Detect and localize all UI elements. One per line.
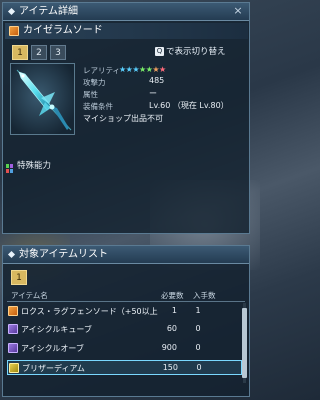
element-value: ー [149, 89, 157, 98]
item-required: 1 [171, 306, 177, 315]
orange-weapon-icon [8, 306, 18, 316]
list-item[interactable]: アイシクルオーブ 900 0 [7, 341, 242, 356]
list-tab-1[interactable]: 1 [11, 270, 27, 285]
list-item[interactable]: アイシクルキューブ 60 0 [7, 322, 242, 337]
target-list-panel: 対象アイテムリスト 1 アイテム名 必要数 入手数 ロクス・ラグフェンソード（+… [2, 245, 250, 397]
element-label: 属性 [83, 90, 98, 99]
scrollbar-thumb[interactable] [242, 308, 247, 378]
col-required: 必要数 [161, 291, 184, 300]
header-divider [7, 301, 245, 302]
col-item-name: アイテム名 [11, 291, 48, 300]
sword-icon [16, 69, 72, 131]
item-owned: 1 [195, 306, 201, 315]
attack-value: 485 [149, 76, 165, 85]
tab-3[interactable]: 3 [50, 45, 66, 60]
item-detail-panel: アイテム詳細 × カイゼラムソード 1 2 3 Q で表示切り替え レアリティ … [2, 2, 250, 234]
close-icon[interactable]: × [231, 4, 245, 18]
item-detail-title: アイテム詳細 [19, 6, 78, 17]
item-required: 150 [162, 363, 178, 372]
item-name: ロクス・ラグフェンソード（+50以上 [21, 307, 158, 316]
item-owned: 0 [196, 363, 202, 372]
item-required: 60 [166, 324, 177, 333]
item-name: アイシクルキューブ [21, 325, 92, 334]
item-owned: 0 [195, 343, 201, 352]
target-list-title: 対象アイテムリスト [19, 249, 108, 260]
target-list-header: 対象アイテムリスト [3, 246, 249, 264]
col-owned: 入手数 [193, 291, 216, 300]
weapon-image [10, 63, 75, 135]
sword-type-icon [9, 26, 19, 36]
shop-note: マイショップ出品不可 [83, 114, 163, 123]
item-owned: 0 [195, 324, 201, 333]
requirement-label: 装備条件 [83, 102, 113, 111]
q-key-icon: Q [155, 47, 164, 56]
item-name-bar: カイゼラムソード [5, 23, 248, 39]
item-required: 900 [161, 343, 177, 352]
title-diamond-icon [7, 7, 16, 16]
list-item-selected[interactable]: ブリザーディアム 150 0 [7, 360, 242, 375]
rarity-stars: ★★★★★★★ [119, 65, 166, 74]
purple-material-icon [8, 343, 18, 353]
ability-icon [6, 158, 14, 173]
special-ability-label: 特殊能力 [17, 161, 52, 171]
item-detail-header: アイテム詳細 × [3, 3, 249, 21]
toggle-display-hint[interactable]: Q で表示切り替え [155, 45, 247, 59]
toggle-label: で表示切り替え [166, 47, 226, 57]
attack-label: 攻撃力 [83, 78, 106, 87]
rarity-label: レアリティ [83, 66, 121, 75]
title-diamond-icon [7, 250, 16, 259]
purple-material-icon [8, 324, 18, 334]
tab-1[interactable]: 1 [12, 45, 28, 60]
item-name: カイゼラムソード [23, 25, 103, 36]
tab-2[interactable]: 2 [31, 45, 47, 60]
item-name: ブリザーディアム [22, 364, 85, 373]
yellow-material-icon [9, 363, 19, 373]
list-item[interactable]: ロクス・ラグフェンソード（+50以上 1 1 [7, 304, 242, 319]
requirement-value: Lv.60 （現在 Lv.80） [149, 101, 229, 110]
item-name: アイシクルオーブ [21, 344, 84, 353]
